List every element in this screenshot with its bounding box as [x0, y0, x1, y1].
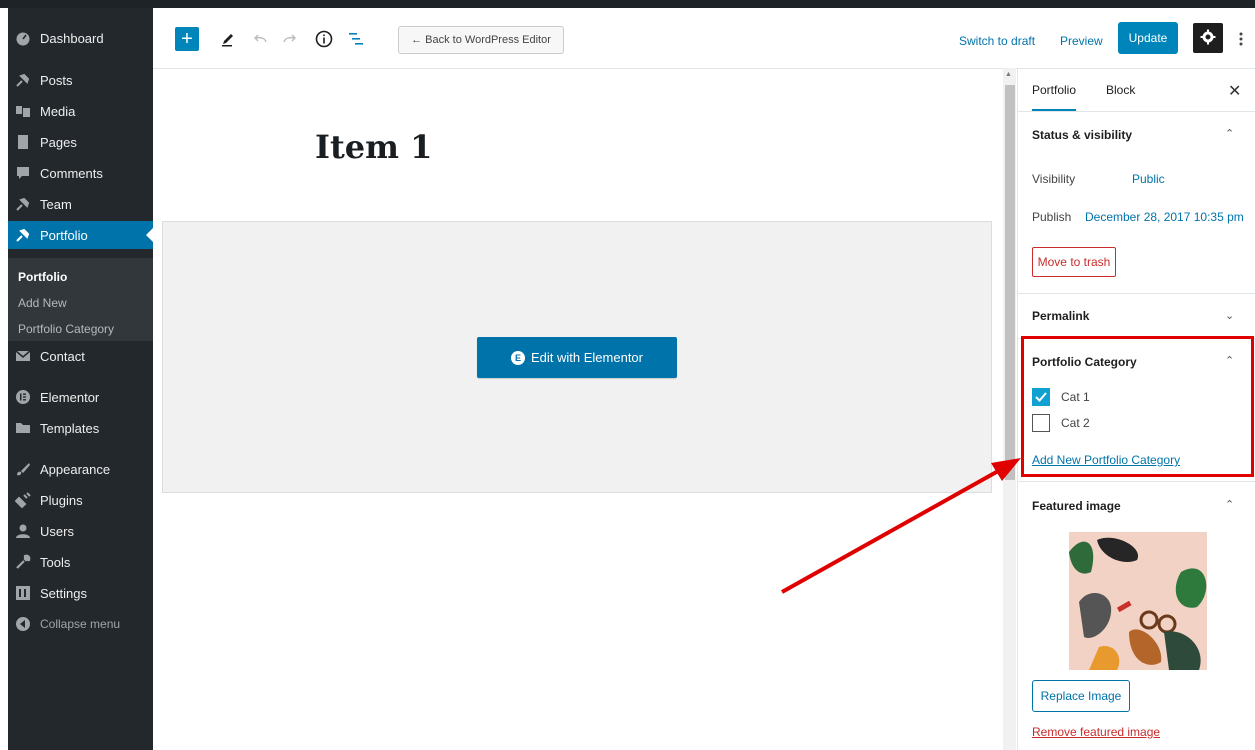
- update-button[interactable]: Update: [1118, 22, 1178, 54]
- divider: [1018, 111, 1255, 112]
- publish-date-link[interactable]: December 28, 2017 10:35 pm: [1085, 210, 1244, 224]
- menu-item-label: Templates: [40, 420, 100, 436]
- menu-item-team[interactable]: Team: [8, 190, 153, 218]
- menu-item-label: Elementor: [40, 389, 100, 405]
- tab-portfolio[interactable]: Portfolio: [1032, 83, 1077, 112]
- preview-link[interactable]: Preview: [1060, 34, 1103, 48]
- scroll-up-arrow-icon[interactable]: ▲: [1005, 71, 1012, 78]
- media-icon: [14, 102, 32, 120]
- menu-item-tools[interactable]: Tools: [8, 548, 153, 576]
- elementor-icon: [14, 388, 32, 406]
- menu-item-comments[interactable]: Comments: [8, 159, 153, 187]
- mail-icon: [14, 347, 32, 365]
- brush-icon: [14, 460, 32, 478]
- settings-icon: [14, 584, 32, 602]
- folder-icon: [14, 419, 32, 437]
- menu-item-users[interactable]: Users: [8, 517, 153, 545]
- close-icon[interactable]: ✕: [1228, 81, 1241, 101]
- pin-icon: [14, 195, 32, 213]
- chevron-up-icon[interactable]: ⌃: [1225, 127, 1234, 140]
- elementor-icon: E: [511, 350, 525, 365]
- menu-item-label: Portfolio: [40, 227, 88, 243]
- submenu-item-add-new[interactable]: Add New: [18, 296, 67, 310]
- menu-item-label: Media: [40, 103, 76, 119]
- collapse-menu-label: Collapse menu: [40, 617, 121, 631]
- editor-header: + ← Back to WordPress Editor Switch to d…: [153, 8, 1255, 69]
- menu-item-label: Pages: [40, 134, 77, 150]
- undo-icon[interactable]: [249, 28, 271, 50]
- menu-item-pages[interactable]: Pages: [8, 128, 153, 156]
- wrench-icon: [14, 553, 32, 571]
- settings-toggle-button[interactable]: [1193, 23, 1223, 53]
- menu-item-label: Appearance: [40, 461, 111, 477]
- menu-item-contact[interactable]: Contact: [8, 342, 153, 370]
- menu-item-label: Team: [40, 196, 72, 212]
- menu-item-plugins[interactable]: Plugins: [8, 486, 153, 514]
- menu-item-elementor[interactable]: Elementor: [8, 383, 153, 411]
- menu-item-label: Settings: [40, 585, 87, 601]
- menu-item-portfolio[interactable]: Portfolio: [8, 221, 153, 249]
- replace-image-button[interactable]: Replace Image: [1032, 680, 1130, 712]
- outline-icon[interactable]: [345, 28, 367, 50]
- menu-item-label: Contact: [40, 348, 85, 364]
- menu-item-label: Users: [40, 523, 74, 539]
- menu-item-label: Comments: [40, 165, 103, 181]
- menu-item-posts[interactable]: Posts: [8, 66, 153, 94]
- chevron-up-icon[interactable]: ⌃: [1225, 498, 1234, 511]
- submenu-item-portfolio[interactable]: Portfolio: [18, 270, 67, 284]
- redo-icon[interactable]: [279, 28, 301, 50]
- menu-item-templates[interactable]: Templates: [8, 414, 153, 442]
- comment-icon: [14, 164, 32, 182]
- portfolio-submenu: Portfolio Add New Portfolio Category: [8, 258, 153, 341]
- menu-item-dashboard[interactable]: Dashboard: [8, 24, 153, 52]
- status-visibility-panel-title[interactable]: Status & visibility: [1032, 128, 1132, 142]
- menu-item-media[interactable]: Media: [8, 97, 153, 125]
- tab-block[interactable]: Block: [1106, 83, 1135, 97]
- dashboard-icon: [14, 29, 32, 47]
- collapse-arrow-icon: [14, 615, 32, 633]
- annotation-highlight-box: [1021, 336, 1254, 477]
- plus-icon: +: [181, 28, 193, 50]
- back-to-wordpress-editor-button[interactable]: ← Back to WordPress Editor: [398, 26, 564, 54]
- menu-item-settings[interactable]: Settings: [8, 579, 153, 607]
- edit-pencil-icon[interactable]: [217, 28, 239, 50]
- admin-sidebar: Dashboard Posts Media Pages Comments Tea…: [8, 8, 153, 750]
- featured-image-thumbnail[interactable]: [1069, 532, 1207, 670]
- submenu-item-portfolio-category[interactable]: Portfolio Category: [18, 322, 114, 336]
- info-icon[interactable]: [313, 28, 335, 50]
- scrollbar-thumb[interactable]: [1005, 85, 1015, 480]
- users-icon: [14, 522, 32, 540]
- pin-icon: [14, 226, 32, 244]
- menu-item-label: Posts: [40, 72, 73, 88]
- move-to-trash-button[interactable]: Move to trash: [1032, 247, 1116, 277]
- menu-item-appearance[interactable]: Appearance: [8, 455, 153, 483]
- publish-label: Publish: [1032, 210, 1072, 224]
- visibility-value-link[interactable]: Public: [1132, 172, 1165, 186]
- post-title[interactable]: Item 1: [315, 128, 432, 166]
- collapse-menu-button[interactable]: Collapse menu: [8, 610, 153, 638]
- add-block-button[interactable]: +: [175, 27, 199, 51]
- edit-with-elementor-button[interactable]: E Edit with Elementor: [477, 337, 677, 378]
- more-options-icon[interactable]: [1236, 28, 1246, 50]
- gear-icon: [1200, 29, 1216, 48]
- menu-item-label: Plugins: [40, 492, 83, 508]
- switch-to-draft-link[interactable]: Switch to draft: [959, 34, 1035, 48]
- edit-with-elementor-label: Edit with Elementor: [531, 350, 643, 365]
- featured-image-panel-title[interactable]: Featured image: [1032, 499, 1121, 513]
- menu-item-label: Tools: [40, 554, 71, 570]
- page-icon: [14, 133, 32, 151]
- menu-item-label: Dashboard: [40, 30, 104, 46]
- divider: [1018, 481, 1255, 482]
- permalink-panel-title[interactable]: Permalink: [1032, 309, 1089, 323]
- divider: [1018, 293, 1255, 294]
- visibility-label: Visibility: [1032, 172, 1076, 186]
- remove-featured-image-link[interactable]: Remove featured image: [1032, 725, 1160, 739]
- top-edge-bar: [0, 0, 1255, 8]
- pin-icon: [14, 71, 32, 89]
- chevron-down-icon[interactable]: ⌄: [1225, 309, 1234, 322]
- plug-icon: [14, 491, 32, 509]
